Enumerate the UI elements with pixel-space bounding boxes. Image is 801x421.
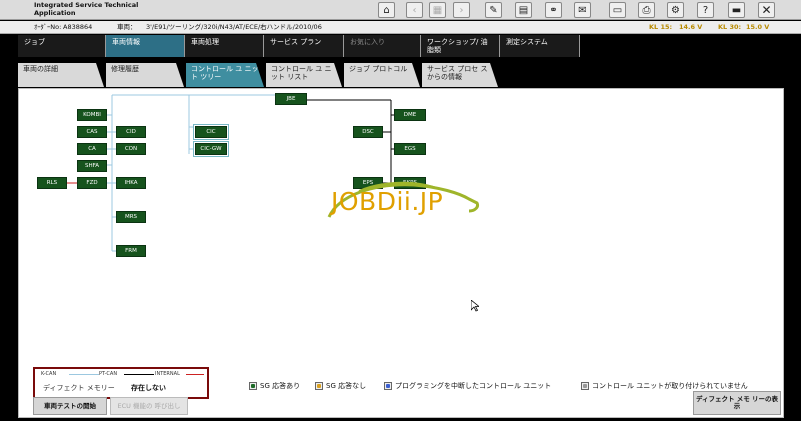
nav-workshop[interactable]: ワークショップ/ 油脂類 xyxy=(421,35,500,57)
ecu-shfa[interactable]: SHFA xyxy=(77,160,107,172)
forward-icon[interactable]: › xyxy=(453,2,470,18)
fault-memory-label: ディフェクト メモリー xyxy=(43,384,115,392)
tab-ecu-tree[interactable]: コントロール ユ ニット ツリー xyxy=(186,63,264,87)
tab-ecu-list[interactable]: コントロール ユ ニット リスト xyxy=(266,63,342,87)
grid-icon[interactable]: ▦ xyxy=(429,2,446,18)
legend-ptcan: PT-CAN xyxy=(99,371,118,377)
ecu-egs[interactable]: EGS xyxy=(394,143,426,155)
ecu-tree-panel: JBE KOMBI CAS CA SHFA RLS FZD CID CON IH… xyxy=(18,88,784,418)
wrench-icon[interactable]: ✎ xyxy=(485,2,502,18)
ecu-cic-gw[interactable]: CIC-GW xyxy=(193,141,229,157)
minimize-icon[interactable]: ▬ xyxy=(728,2,745,18)
main-nav: ジョブ 車両情報 車両処理 サービス プラン お気に入り ワークショップ/ 油脂… xyxy=(18,35,580,57)
ecu-rls[interactable]: RLS xyxy=(37,177,67,189)
status-programming-aborted: プログラミングを中断したコントロール ユニット xyxy=(384,381,551,391)
mail-icon[interactable]: ✉ xyxy=(574,2,591,18)
watermark-text: JOBDii.JP xyxy=(331,187,444,216)
nav-vehicle-info[interactable]: 車両情報 xyxy=(106,35,185,57)
printer-icon[interactable]: ⎙ xyxy=(638,2,655,18)
status-not-installed-label: コントロール ユニットが取り付けられていません xyxy=(592,382,748,390)
status-responding: SG 応答あり xyxy=(249,381,300,391)
settings-icon[interactable]: ⚙ xyxy=(667,2,684,18)
ecu-con[interactable]: CON xyxy=(116,143,146,155)
mouse-cursor-icon xyxy=(471,300,479,312)
ecu-kombi[interactable]: KOMBI xyxy=(77,109,107,121)
link-icon[interactable]: ⚭ xyxy=(545,2,562,18)
status-orange-icon xyxy=(315,382,323,390)
tab-repair-history[interactable]: 修理履歴 xyxy=(106,63,184,87)
app-title: Integrated Service Technical Application xyxy=(34,1,139,17)
sub-tabs: 車両の詳細 修理履歴 コントロール ユ ニット ツリー コントロール ユ ニット… xyxy=(18,63,500,87)
status-not-installed: コントロール ユニットが取り付けられていません xyxy=(581,381,748,391)
order-value: A838864 xyxy=(63,23,93,31)
vehicle-value: 3'/E91/ツーリング/320i/N43/AT/ECE/右ハンドル/2010/… xyxy=(146,23,322,31)
legend-kcan-line xyxy=(69,374,99,375)
nav-favorites[interactable]: お気に入り xyxy=(344,35,421,57)
start-vehicle-test-button[interactable]: 車両テストの開始 xyxy=(33,397,107,415)
fault-memory-value: 存在しない xyxy=(131,384,166,392)
ecu-cid[interactable]: CID xyxy=(116,126,146,138)
legend-kcan: K-CAN xyxy=(41,371,57,377)
ecu-frm[interactable]: FRM xyxy=(116,245,146,257)
back-icon[interactable]: ‹ xyxy=(406,2,423,18)
close-icon[interactable]: ✕ xyxy=(758,2,775,18)
ecu-cas[interactable]: CAS xyxy=(77,126,107,138)
legend-ptcan-line xyxy=(124,374,154,375)
tab-service-process-info[interactable]: サービス プロセ スからの情報 xyxy=(422,63,498,87)
bus-legend: K-CAN PT-CAN INTERNAL ディフェクト メモリー 存在しない xyxy=(33,367,209,399)
legend-internal-line xyxy=(186,374,204,375)
kl15-label: KL 15: xyxy=(649,23,673,31)
status-no-response-label: SG 応答なし xyxy=(326,382,367,390)
status-gray-icon xyxy=(581,382,589,390)
kl15-value: 14.6 V xyxy=(679,23,703,31)
ecu-fzd[interactable]: FZD xyxy=(77,177,107,189)
ecu-dsc[interactable]: DSC xyxy=(353,126,383,138)
kl30-value: 15.0 V xyxy=(746,23,770,31)
ecu-ihka[interactable]: IHKA xyxy=(116,177,146,189)
call-ecu-functions-button[interactable]: ECU 機能の 呼び出し xyxy=(110,397,188,415)
legend-internal: INTERNAL xyxy=(155,371,180,377)
home-icon[interactable]: ⌂ xyxy=(378,2,395,18)
ecu-mrs[interactable]: MRS xyxy=(116,211,146,223)
vehicle-label: 車両： xyxy=(117,23,137,31)
status-programming-aborted-label: プログラミングを中断したコントロール ユニット xyxy=(395,382,552,390)
status-responding-label: SG 応答あり xyxy=(260,382,301,390)
ecu-cic[interactable]: CIC xyxy=(193,124,229,140)
status-green-icon xyxy=(249,382,257,390)
ecu-ca[interactable]: CA xyxy=(77,143,107,155)
kl30-label: KL 30: xyxy=(718,23,742,31)
help-icon[interactable]: ? xyxy=(697,2,714,18)
nav-service-plan[interactable]: サービス プラン xyxy=(264,35,344,57)
ecu-dme[interactable]: DME xyxy=(394,109,426,121)
nav-job[interactable]: ジョブ xyxy=(18,35,106,57)
nav-measurement[interactable]: 測定システム xyxy=(500,35,580,57)
window-icon[interactable]: ▭ xyxy=(609,2,626,18)
order-label: ｵｰﾀﾞｰNo: xyxy=(34,23,62,31)
nav-vehicle-processing[interactable]: 車両処理 xyxy=(185,35,264,57)
clipboard-icon[interactable]: ▤ xyxy=(515,2,532,18)
show-fault-memory-button[interactable]: ディフェクト メモ リーの表示 xyxy=(693,391,781,415)
title-bar: Integrated Service Technical Application… xyxy=(0,0,801,20)
tab-vehicle-details[interactable]: 車両の詳細 xyxy=(18,63,104,87)
status-no-response: SG 応答なし xyxy=(315,381,366,391)
status-blue-icon xyxy=(384,382,392,390)
vehicle-info-bar: ｵｰﾀﾞｰNo: A838864 車両： 3'/E91/ツーリング/320i/N… xyxy=(0,21,801,34)
ecu-jbe[interactable]: JBE xyxy=(275,93,307,105)
tab-job-protocol[interactable]: ジョブ プロトコル xyxy=(344,63,420,87)
